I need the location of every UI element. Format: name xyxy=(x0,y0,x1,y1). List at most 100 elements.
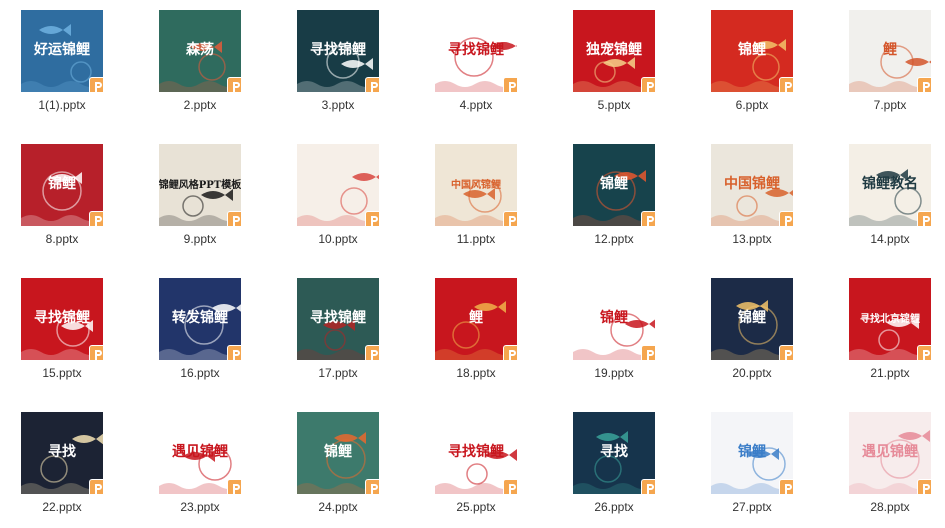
file-name[interactable]: 23.pptx xyxy=(138,500,262,514)
file-thumbnail[interactable]: 锦鲤 xyxy=(711,10,793,92)
file-item[interactable]: 鲤 18.pptx xyxy=(414,268,538,388)
thumbnail-title: 锦鲤 xyxy=(738,443,766,460)
file-thumbnail[interactable]: 寻找锦鲤 xyxy=(435,10,517,92)
file-name[interactable]: 12.pptx xyxy=(552,232,676,246)
file-thumbnail[interactable]: 寻找锦鲤 xyxy=(435,412,517,494)
file-item[interactable]: 锦鲤 20.pptx xyxy=(690,268,814,388)
file-thumbnail[interactable]: 锦鲤风格PPT模板 xyxy=(159,144,241,226)
file-name[interactable]: 22.pptx xyxy=(0,500,124,514)
file-item[interactable]: 锦鲤 19.pptx xyxy=(552,268,676,388)
file-thumbnail[interactable]: 锦鲤 xyxy=(573,144,655,226)
file-name[interactable]: 9.pptx xyxy=(138,232,262,246)
file-thumbnail[interactable]: 转发锦鲤 xyxy=(159,278,241,360)
file-name[interactable]: 10.pptx xyxy=(276,232,400,246)
thumbnail-title: 遇见锦鲤 xyxy=(172,443,228,460)
file-name[interactable]: 11.pptx xyxy=(414,232,538,246)
file-name[interactable]: 2.pptx xyxy=(138,98,262,112)
file-name[interactable]: 5.pptx xyxy=(552,98,676,112)
file-thumbnail[interactable]: 寻找锦鲤 xyxy=(21,278,103,360)
file-item[interactable]: 好运锦鲤 1(1).pptx xyxy=(0,0,124,120)
file-thumbnail[interactable]: 鲤 xyxy=(435,278,517,360)
file-item[interactable]: 中国风锦鲤 11.pptx xyxy=(414,134,538,254)
file-thumbnail[interactable]: 好运锦鲤 xyxy=(21,10,103,92)
file-item[interactable]: 锦鲤风格PPT模板 9.pptx xyxy=(138,134,262,254)
file-thumbnail[interactable]: 寻找 xyxy=(21,412,103,494)
file-name[interactable]: 14.pptx xyxy=(828,232,945,246)
file-item[interactable]: 鲤 7.pptx xyxy=(828,0,945,120)
file-thumbnail[interactable]: 锦鲤教名 xyxy=(849,144,931,226)
file-item[interactable]: 寻找 22.pptx xyxy=(0,402,124,522)
file-name[interactable]: 27.pptx xyxy=(690,500,814,514)
powerpoint-p-icon xyxy=(504,346,517,360)
file-name[interactable]: 20.pptx xyxy=(690,366,814,380)
powerpoint-p-icon xyxy=(90,78,103,92)
file-thumbnail[interactable]: 遇见锦鲤 xyxy=(849,412,931,494)
thumbnail-title: 锦鲤 xyxy=(738,41,766,58)
file-name[interactable]: 13.pptx xyxy=(690,232,814,246)
file-name[interactable]: 24.pptx xyxy=(276,500,400,514)
file-item[interactable]: 寻找锦鲤 25.pptx xyxy=(414,402,538,522)
file-item[interactable]: 中国锦鲤 13.pptx xyxy=(690,134,814,254)
file-item[interactable]: 寻找 26.pptx xyxy=(552,402,676,522)
file-item[interactable]: 寻找锦鲤 17.pptx xyxy=(276,268,400,388)
file-name[interactable]: 18.pptx xyxy=(414,366,538,380)
file-thumbnail[interactable]: 寻找锦鲤 xyxy=(297,278,379,360)
file-thumbnail[interactable]: 鲤 xyxy=(849,10,931,92)
file-thumbnail[interactable]: 独宠锦鲤 xyxy=(573,10,655,92)
file-name[interactable]: 19.pptx xyxy=(552,366,676,380)
file-item[interactable]: 锦鲤 6.pptx xyxy=(690,0,814,120)
thumbnail-title: 寻找锦鲤 xyxy=(34,309,90,326)
file-thumbnail[interactable]: 锦鲤 xyxy=(711,412,793,494)
file-item[interactable]: 10.pptx xyxy=(276,134,400,254)
thumbnail-title: 独宠锦鲤 xyxy=(586,41,642,58)
file-item[interactable]: 锦鲤 12.pptx xyxy=(552,134,676,254)
file-thumbnail[interactable]: 寻找北京锦鲤 xyxy=(849,278,931,360)
file-item[interactable]: 寻找锦鲤 4.pptx xyxy=(414,0,538,120)
file-name[interactable]: 3.pptx xyxy=(276,98,400,112)
file-item[interactable]: 遇见锦鲤 28.pptx xyxy=(828,402,945,522)
file-item[interactable]: 森荡 2.pptx xyxy=(138,0,262,120)
file-thumbnail[interactable]: 遇见锦鲤 xyxy=(159,412,241,494)
file-thumbnail[interactable]: 锦鲤 xyxy=(573,278,655,360)
file-thumbnail[interactable] xyxy=(297,144,379,226)
file-item[interactable]: 锦鲤 24.pptx xyxy=(276,402,400,522)
file-item[interactable]: 转发锦鲤 16.pptx xyxy=(138,268,262,388)
file-thumbnail[interactable]: 寻找锦鲤 xyxy=(297,10,379,92)
file-thumbnail[interactable]: 森荡 xyxy=(159,10,241,92)
file-name[interactable]: 21.pptx xyxy=(828,366,945,380)
file-item[interactable]: 独宠锦鲤 5.pptx xyxy=(552,0,676,120)
thumbnail-title: 寻找锦鲤 xyxy=(448,41,504,58)
thumbnail-title: 中国风锦鲤 xyxy=(451,178,501,191)
file-item[interactable]: 寻找锦鲤 15.pptx xyxy=(0,268,124,388)
file-thumbnail[interactable]: 中国风锦鲤 xyxy=(435,144,517,226)
file-name[interactable]: 17.pptx xyxy=(276,366,400,380)
file-thumbnail[interactable]: 中国锦鲤 xyxy=(711,144,793,226)
file-item[interactable]: 遇见锦鲤 23.pptx xyxy=(138,402,262,522)
file-name[interactable]: 26.pptx xyxy=(552,500,676,514)
file-item[interactable]: 锦鲤 27.pptx xyxy=(690,402,814,522)
file-name[interactable]: 7.pptx xyxy=(828,98,945,112)
file-thumbnail[interactable]: 寻找 xyxy=(573,412,655,494)
file-name[interactable]: 8.pptx xyxy=(0,232,124,246)
file-thumbnail[interactable]: 锦鲤 xyxy=(21,144,103,226)
thumbnail-title: 寻找锦鲤 xyxy=(448,443,504,460)
file-name[interactable]: 28.pptx xyxy=(828,500,945,514)
thumbnail-title: 锦鲤 xyxy=(600,175,628,192)
powerpoint-p-icon xyxy=(642,212,655,226)
file-item[interactable]: 寻找北京锦鲤 21.pptx xyxy=(828,268,945,388)
file-name[interactable]: 25.pptx xyxy=(414,500,538,514)
file-name[interactable]: 16.pptx xyxy=(138,366,262,380)
powerpoint-p-icon xyxy=(228,346,241,360)
thumbnail-title: 森荡 xyxy=(186,41,214,58)
file-thumbnail[interactable]: 锦鲤 xyxy=(297,412,379,494)
file-item[interactable]: 寻找锦鲤 3.pptx xyxy=(276,0,400,120)
file-grid: 好运锦鲤 1(1).pptx 森荡 2.pptx 寻找锦鲤 3.pptx 寻找锦鲤 4.ppt… xyxy=(0,0,945,528)
file-name[interactable]: 15.pptx xyxy=(0,366,124,380)
file-item[interactable]: 锦鲤 8.pptx xyxy=(0,134,124,254)
file-item[interactable]: 锦鲤教名 14.pptx xyxy=(828,134,945,254)
file-name[interactable]: 4.pptx xyxy=(414,98,538,112)
file-name[interactable]: 1(1).pptx xyxy=(0,98,124,112)
powerpoint-p-icon xyxy=(780,480,793,494)
file-thumbnail[interactable]: 锦鲤 xyxy=(711,278,793,360)
file-name[interactable]: 6.pptx xyxy=(690,98,814,112)
